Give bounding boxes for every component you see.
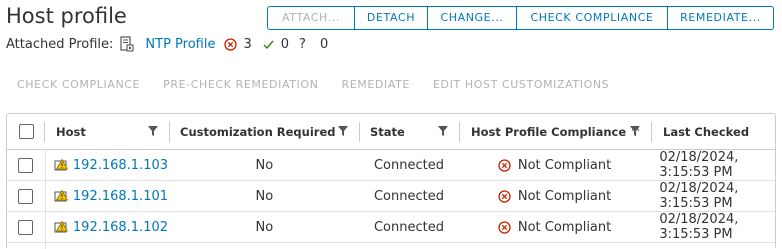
state-cell: Connected	[373, 219, 444, 235]
not-compliant-icon	[498, 220, 511, 234]
column-customization-label: Customization Required	[180, 124, 336, 139]
check-compliance-button[interactable]: CHECK COMPLIANCE	[516, 7, 667, 29]
state-cell: Connected	[373, 188, 444, 204]
host-cell: 192.168.1.101	[45, 181, 170, 211]
column-host-profile-compliance[interactable]: Host Profile Compliance	[460, 114, 652, 149]
state-cell: Connected	[373, 157, 444, 173]
host-warning-icon	[54, 158, 68, 170]
host-cell: 192.168.1.103	[45, 150, 170, 180]
attached-profile-label: Attached Profile:	[6, 36, 114, 52]
compliance-text: Not Compliant	[517, 188, 612, 204]
column-last-checked[interactable]: Last Checked	[652, 114, 775, 149]
toolbar-check-compliance[interactable]: CHECK COMPLIANCE	[17, 78, 140, 91]
column-host-label: Host	[56, 124, 86, 139]
filter-icon[interactable]	[630, 126, 640, 136]
row-select-cell	[7, 212, 45, 242]
unknown-icon: ?	[299, 36, 306, 52]
header-select-cell	[7, 114, 45, 149]
check-icon	[262, 38, 275, 51]
column-state-label: State	[370, 124, 405, 139]
error-count: 3	[243, 36, 252, 52]
last-checked-cell: 02/18/2024, 3:15:53 PM	[659, 181, 739, 211]
attach-button[interactable]: ATTACH...	[268, 7, 354, 29]
attached-profile-line: Attached Profile: NTP Profile 3 0 ? 0	[6, 36, 338, 52]
detach-button[interactable]: DETACH	[354, 7, 427, 29]
compliance-text: Not Compliant	[517, 219, 612, 235]
filter-icon[interactable]	[338, 126, 348, 136]
column-compliance-label: Host Profile Compliance	[471, 124, 627, 139]
row-select-cell	[7, 181, 45, 211]
table-row[interactable]: 192.168.1.103 No Connected Not Compliant…	[7, 150, 775, 181]
error-circle-icon	[224, 37, 238, 51]
toolbar-edit-host-customizations[interactable]: EDIT HOST CUSTOMIZATIONS	[433, 78, 609, 91]
customization-cell: No	[255, 157, 274, 173]
filter-icon[interactable]	[148, 126, 158, 136]
host-link[interactable]: 192.168.1.102	[73, 220, 168, 235]
ntp-profile-link[interactable]: NTP Profile	[145, 37, 215, 52]
row-checkbox[interactable]	[18, 157, 34, 173]
host-cell: 192.168.1.102	[45, 212, 170, 242]
grid-toolbar: CHECK COMPLIANCE PRE-CHECK REMEDIATION R…	[6, 78, 621, 91]
ok-count: 0	[280, 36, 290, 52]
select-all-checkbox[interactable]	[18, 124, 34, 139]
top-actions-group: ATTACH... DETACH CHANGE... CHECK COMPLIA…	[267, 6, 774, 30]
last-checked-cell: 02/18/2024, 3:15:53 PM	[659, 212, 739, 242]
customization-cell: No	[255, 188, 274, 204]
host-link[interactable]: 192.168.1.103	[73, 158, 168, 173]
remediate-button[interactable]: REMEDIATE...	[667, 7, 773, 29]
compliance-cell: Not Compliant	[459, 150, 651, 180]
host-warning-icon	[54, 189, 68, 201]
host-profile-icon	[120, 36, 134, 52]
page-title: Host profile	[6, 4, 127, 28]
row-checkbox[interactable]	[18, 219, 34, 235]
change-button[interactable]: CHANGE...	[427, 7, 516, 29]
last-checked-cell: 02/18/2024, 3:15:53 PM	[659, 150, 739, 180]
not-compliant-icon	[498, 189, 511, 203]
table-row[interactable]: 192.168.1.102 No Connected Not Compliant…	[7, 212, 775, 243]
not-compliant-icon	[498, 158, 511, 172]
hosts-grid: Host Customization Required State Host P…	[6, 113, 776, 249]
grid-header: Host Customization Required State Host P…	[7, 114, 775, 150]
column-state[interactable]: State	[360, 114, 460, 149]
compliance-cell: Not Compliant	[459, 181, 651, 211]
column-last-checked-label: Last Checked	[663, 124, 750, 139]
toolbar-remediate[interactable]: REMEDIATE	[341, 78, 410, 91]
compliance-text: Not Compliant	[517, 157, 612, 173]
host-link[interactable]: 192.168.1.101	[73, 189, 168, 204]
toolbar-pre-check-remediation[interactable]: PRE-CHECK REMEDIATION	[163, 78, 318, 91]
customization-cell: No	[255, 219, 274, 235]
row-select-cell	[7, 150, 45, 180]
unknown-count: 0	[319, 36, 329, 52]
column-host[interactable]: Host	[45, 114, 170, 149]
filter-icon[interactable]	[438, 126, 448, 136]
row-checkbox[interactable]	[18, 188, 34, 204]
compliance-cell: Not Compliant	[459, 212, 651, 242]
table-row[interactable]: 192.168.1.101 No Connected Not Compliant…	[7, 181, 775, 212]
host-warning-icon	[54, 220, 68, 232]
column-customization-required[interactable]: Customization Required	[170, 114, 360, 149]
